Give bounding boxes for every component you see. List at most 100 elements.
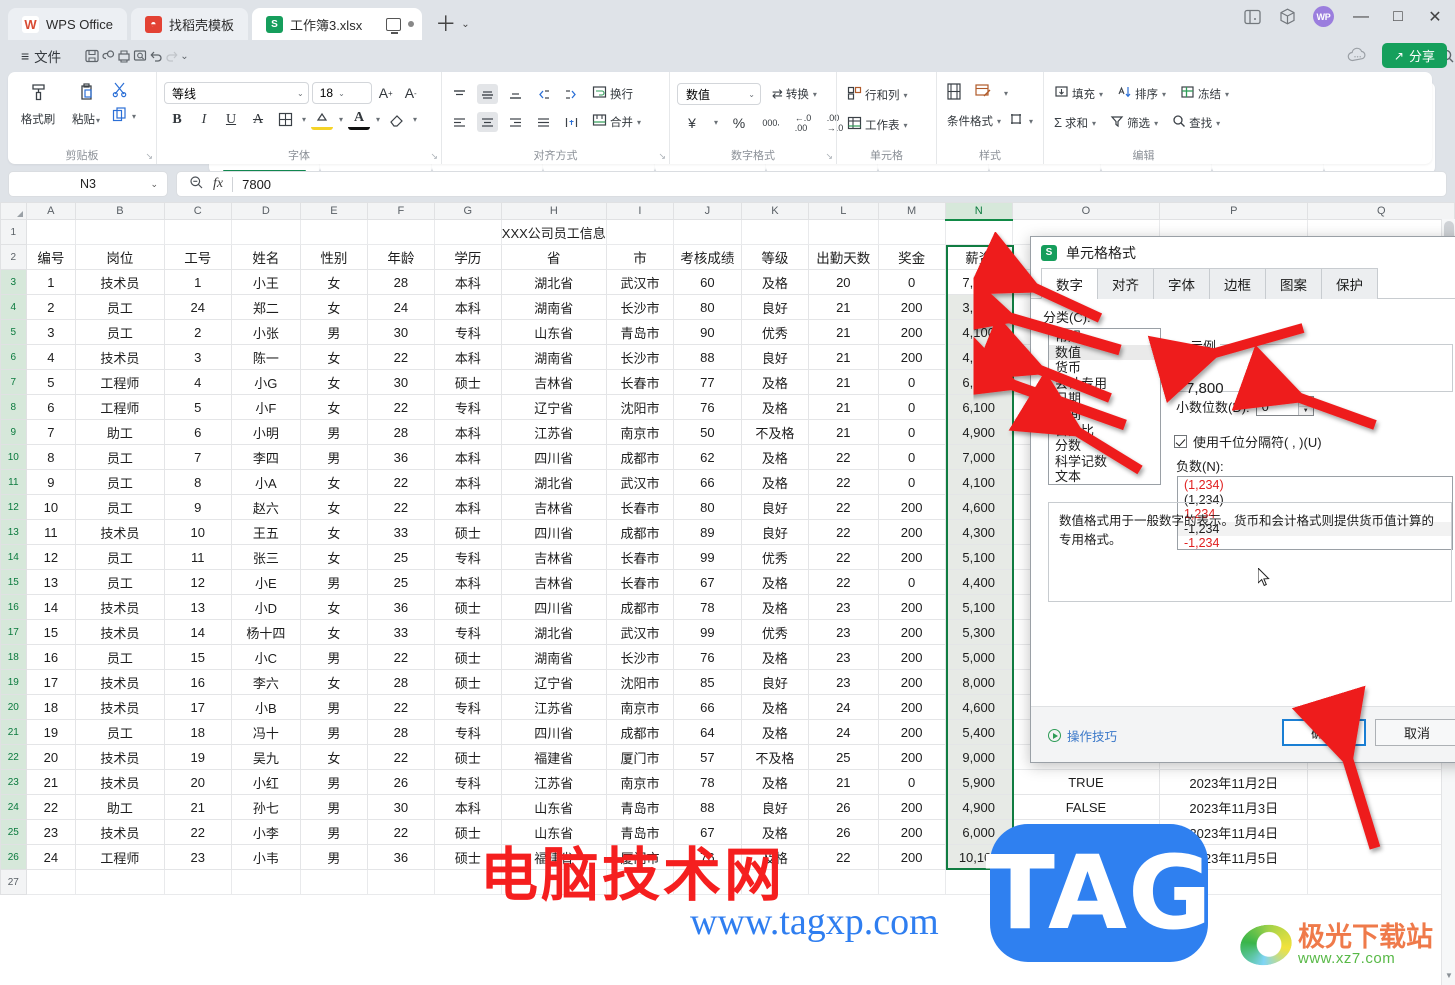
cell[interactable]: 专科 — [433, 619, 502, 645]
rows-columns-button[interactable]: 行和列 ▾ — [844, 84, 911, 106]
category-item-数值[interactable]: 数值 — [1049, 344, 1160, 361]
cell[interactable] — [299, 219, 368, 245]
dialog-tab-pattern[interactable]: 图案 — [1265, 268, 1322, 299]
cell[interactable]: 员工 — [75, 719, 165, 745]
cube-icon[interactable] — [1278, 8, 1296, 26]
cell[interactable]: 13 — [163, 594, 232, 620]
cell[interactable]: 专科 — [433, 719, 502, 745]
cell[interactable]: 200 — [877, 844, 946, 870]
row-header-15[interactable]: 15 — [0, 569, 27, 595]
column-header-K[interactable]: K — [740, 202, 810, 220]
cell[interactable]: 李四 — [230, 444, 301, 470]
cell[interactable]: 200 — [877, 644, 946, 670]
cell[interactable]: 长沙市 — [605, 644, 675, 670]
find-button[interactable]: 查找 ▾ — [1169, 112, 1223, 134]
cell[interactable]: 及格 — [740, 394, 810, 420]
table-style-icon[interactable] — [974, 83, 993, 105]
cell[interactable]: 年龄 — [366, 244, 435, 270]
cell[interactable]: 员工 — [75, 469, 165, 495]
cell[interactable]: 男 — [299, 319, 368, 345]
row-header-5[interactable]: 5 — [0, 319, 27, 345]
column-header-G[interactable]: G — [433, 202, 502, 220]
cell[interactable]: 山东省 — [500, 319, 607, 345]
column-header-I[interactable]: I — [605, 202, 675, 220]
wrap-text-button[interactable]: 换行 — [589, 83, 636, 105]
cell[interactable]: 200 — [877, 544, 946, 570]
number-dialog-launcher[interactable]: ↘ — [825, 151, 833, 162]
cell[interactable]: 男 — [299, 419, 368, 445]
chevron-down-icon[interactable]: ▾ — [1029, 117, 1033, 126]
stepper-down-icon[interactable]: ▼ — [1298, 405, 1313, 415]
cell[interactable]: 四川省 — [500, 444, 607, 470]
cell[interactable]: 小红 — [230, 769, 301, 795]
cell[interactable]: 23 — [808, 644, 879, 670]
cell[interactable]: 33 — [366, 619, 435, 645]
cancel-button[interactable]: 取消 — [1375, 719, 1455, 746]
cell[interactable]: 武汉市 — [605, 619, 675, 645]
cell[interactable]: 小B — [230, 694, 301, 720]
cell[interactable]: 4,900 — [944, 419, 1013, 445]
cell[interactable]: 22 — [366, 744, 435, 770]
zoom-out-icon[interactable] — [189, 175, 204, 193]
cell[interactable]: 15 — [25, 619, 77, 645]
cell[interactable]: 21 — [808, 369, 879, 395]
cell[interactable]: 本科 — [433, 344, 502, 370]
cell[interactable] — [299, 869, 368, 895]
cell[interactable]: 学历 — [433, 244, 502, 270]
cell[interactable]: 技术员 — [75, 769, 165, 795]
cell[interactable]: 女 — [299, 544, 368, 570]
cell[interactable]: 硕士 — [433, 669, 502, 695]
cell[interactable]: 80 — [673, 494, 742, 520]
tab-template[interactable]: ◓ 找稻壳模板 — [130, 8, 248, 40]
column-header-M[interactable]: M — [877, 202, 946, 220]
print-icon[interactable] — [116, 43, 132, 69]
cell[interactable]: 24 — [808, 719, 879, 745]
cell[interactable]: 200 — [877, 719, 946, 745]
cell[interactable]: 赵六 — [230, 494, 301, 520]
cell[interactable]: 长春市 — [605, 569, 675, 595]
chevron-down-icon[interactable]: ▾ — [904, 91, 908, 100]
fx-icon[interactable]: fx — [213, 176, 223, 192]
chevron-down-icon[interactable]: ▾ — [1162, 90, 1166, 99]
column-header-A[interactable]: A — [25, 202, 77, 220]
cell[interactable]: 长沙市 — [605, 294, 675, 320]
cell[interactable] — [808, 869, 879, 895]
cell[interactable]: 良好 — [740, 294, 810, 320]
font-color-icon[interactable]: A — [348, 109, 371, 130]
cell[interactable]: 99 — [673, 544, 742, 570]
chevron-down-icon[interactable]: ▾ — [132, 112, 136, 121]
sum-button[interactable]: Σ 求和 ▾ — [1051, 113, 1099, 133]
cell[interactable]: 30 — [366, 794, 435, 820]
cell[interactable]: 28 — [366, 669, 435, 695]
cell[interactable]: 出勤天数 — [808, 244, 879, 270]
cell[interactable]: 湖南省 — [500, 344, 607, 370]
font-name-select[interactable]: 等线 ⌄ — [164, 82, 309, 104]
cell[interactable]: 小E — [230, 569, 301, 595]
cell[interactable]: 湖北省 — [500, 469, 607, 495]
cell[interactable]: 67 — [673, 569, 742, 595]
cell[interactable]: 22 — [163, 819, 232, 845]
cell[interactable]: 23 — [25, 819, 77, 845]
cell[interactable]: 9 — [25, 469, 77, 495]
cell[interactable] — [366, 219, 435, 245]
category-item-日期[interactable]: 日期 — [1049, 391, 1160, 407]
row-header-8[interactable]: 8 — [0, 394, 27, 420]
decrease-indent-icon[interactable] — [533, 84, 554, 104]
cell[interactable]: 0 — [877, 469, 946, 495]
decrease-font-size-button[interactable]: A- — [400, 83, 422, 104]
cell[interactable] — [230, 869, 301, 895]
decimal-places-stepper[interactable]: 0 ▲ ▼ — [1255, 396, 1314, 416]
cell[interactable]: 5,400 — [944, 719, 1013, 745]
cell[interactable] — [433, 219, 502, 245]
increase-decimal-button[interactable]: ←.0.00 — [792, 112, 814, 133]
cell[interactable]: 男 — [299, 444, 368, 470]
cell[interactable]: TRUE — [1011, 769, 1161, 795]
cell[interactable]: 22 — [366, 694, 435, 720]
cell[interactable]: 80 — [673, 294, 742, 320]
cell[interactable]: 专科 — [433, 694, 502, 720]
dialog-tab-alignment[interactable]: 对齐 — [1097, 268, 1154, 299]
clear-format-icon[interactable] — [385, 109, 407, 130]
font-dialog-launcher[interactable]: ↘ — [430, 151, 438, 162]
cell[interactable]: 成都市 — [605, 519, 675, 545]
cell[interactable]: 成都市 — [605, 719, 675, 745]
